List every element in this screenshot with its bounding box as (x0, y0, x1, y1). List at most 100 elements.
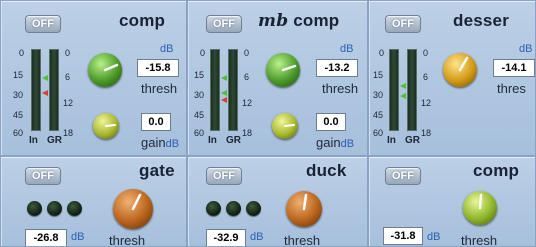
comp-meter-marker-green (42, 75, 48, 81)
desser-title: desser (453, 11, 510, 30)
duck-thresh-label: thresh (284, 233, 321, 247)
desser-thresh-knob-pointer (458, 56, 469, 72)
duck-thresh-unit: dB (250, 231, 264, 243)
comp-input-meter (31, 49, 41, 131)
desser-off-button[interactable]: OFF (385, 15, 421, 33)
gate-title: gate (139, 161, 175, 180)
duck-led-1 (206, 201, 221, 216)
desser-meter-in-label: In (387, 135, 396, 146)
mb-comp-meter-in-label: In (208, 135, 217, 146)
gate-thresh-knob-pointer (131, 193, 142, 211)
comp-module: OFF comp 0 15 30 45 60 0 6 12 18 In GR d… (0, 0, 187, 156)
desser-input-meter (389, 49, 399, 131)
desser-meter-scale-gr-18: 18 (421, 128, 432, 138)
gate-off-button[interactable]: OFF (25, 167, 61, 185)
desser-meter: 0 15 30 45 60 0 6 12 18 In GR (369, 45, 449, 147)
mb-comp-meter-scale-in-60: 60 (194, 128, 205, 138)
desser-thresh-knob[interactable] (443, 53, 477, 87)
comp2-thresh-knob-pointer (478, 193, 483, 210)
desser-thresh-db-label: dB (519, 43, 533, 55)
mb-comp-meter-scale-in-30: 30 (194, 90, 205, 100)
desser-meter-scale-in-45: 45 (373, 110, 384, 120)
mb-comp-title-prefix: mb (258, 11, 289, 31)
desser-meter-scale-in-30: 30 (373, 90, 384, 100)
desser-meter-scale-in-60: 60 (373, 128, 384, 138)
desser-meter-gr-label: GR (405, 135, 420, 146)
comp-meter-gr-label: GR (47, 135, 62, 146)
comp-thresh-knob[interactable] (88, 53, 122, 87)
comp-meter: 0 15 30 45 60 0 6 12 18 In GR (1, 45, 91, 147)
mb-comp-thresh-knob-pointer (281, 64, 297, 72)
duck-thresh-knob[interactable] (286, 191, 322, 227)
desser-gr-meter (407, 49, 417, 131)
comp-meter-scale-gr-18: 18 (63, 128, 74, 138)
comp-gain-knob[interactable] (93, 113, 119, 139)
desser-meter-scale-gr-12: 12 (421, 98, 432, 108)
comp2-thresh-knob[interactable] (463, 191, 497, 225)
comp-gr-meter (49, 49, 59, 131)
dynamics-rack: OFF comp 0 15 30 45 60 0 6 12 18 In GR d… (0, 0, 536, 247)
gate-leds (27, 201, 82, 216)
desser-meter-scale-gr-0: 0 (423, 48, 429, 58)
mb-comp-gain-unit: dB (340, 138, 355, 150)
gate-thresh-label: thresh (109, 233, 146, 247)
gate-thresh-knob[interactable] (113, 189, 153, 229)
mb-comp-meter-scale-in-45: 45 (194, 110, 205, 120)
mb-comp-meter-scale-gr-6: 6 (244, 72, 250, 82)
gate-thresh-readout[interactable]: -26.8 (25, 229, 67, 246)
comp-meter-scale-gr-6: 6 (65, 72, 71, 82)
comp-meter-scale-in-60: 60 (13, 128, 24, 138)
comp2-thresh-label: thresh (461, 233, 498, 247)
desser-thresh-label: thres (497, 81, 526, 96)
duck-thresh-readout[interactable]: -32.9 (206, 229, 246, 246)
comp-gain-label-text: gain (141, 135, 166, 150)
comp-gain-label: gaindB (141, 135, 179, 150)
mb-comp-thresh-readout[interactable]: -13.2 (316, 59, 358, 77)
comp-title: comp (119, 11, 166, 30)
comp-meter-scale-in-0: 0 (19, 48, 25, 58)
desser-module: OFF desser 0 15 30 45 60 0 6 12 18 In GR… (368, 0, 536, 156)
mb-comp-gain-label: gaindB (316, 135, 354, 150)
comp-thresh-readout[interactable]: -15.8 (137, 59, 179, 77)
mb-comp-meter-scale-in-0: 0 (200, 48, 206, 58)
duck-led-3 (246, 201, 261, 216)
mb-comp-off-button[interactable]: OFF (206, 15, 242, 33)
mb-comp-thresh-label: thresh (322, 81, 359, 96)
mb-comp-gain-readout[interactable]: 0.0 (316, 113, 346, 131)
comp-thresh-knob-pointer (103, 63, 119, 72)
comp2-thresh-readout[interactable]: -31.8 (383, 227, 423, 245)
comp-gain-readout[interactable]: 0.0 (141, 113, 171, 131)
desser-meter-marker-green-1 (400, 83, 406, 89)
mb-comp-gain-knob-pointer (284, 124, 295, 127)
comp-meter-marker-red (42, 90, 48, 96)
mb-comp-module: OFF mb comp 0 15 30 45 60 0 6 12 18 In G… (187, 0, 368, 156)
mb-comp-meter-marker-red (221, 97, 227, 103)
desser-meter-scale-gr-6: 6 (423, 72, 429, 82)
desser-thresh-readout[interactable]: -14.1 (493, 59, 535, 77)
duck-off-button[interactable]: OFF (206, 167, 242, 185)
mb-comp-meter-marker-green-1 (221, 75, 227, 81)
comp2-title: comp (473, 161, 520, 180)
comp-meter-scale-in-45: 45 (13, 110, 24, 120)
comp-meter-in-label: In (29, 135, 38, 146)
gate-led-2 (47, 201, 62, 216)
mb-comp-meter-scale-in-15: 15 (194, 70, 205, 80)
comp-off-button[interactable]: OFF (25, 15, 61, 33)
comp2-off-button[interactable]: OFF (385, 167, 421, 185)
mb-comp-thresh-db-label: dB (340, 43, 354, 55)
mb-comp-gr-meter (228, 49, 238, 131)
mb-comp-gain-knob[interactable] (272, 113, 298, 139)
comp-meter-scale-in-30: 30 (13, 90, 24, 100)
duck-title: duck (306, 161, 347, 180)
gate-led-1 (27, 201, 42, 216)
mb-comp-title-text: comp (293, 11, 340, 30)
mb-comp-meter-marker-green-2 (221, 90, 227, 96)
mb-comp-meter: 0 15 30 45 60 0 6 12 18 In GR (188, 45, 268, 147)
mb-comp-meter-scale-gr-12: 12 (242, 98, 253, 108)
comp2-module: OFF comp -31.8 dB thresh (368, 156, 536, 247)
mb-comp-thresh-knob[interactable] (266, 53, 300, 87)
comp-gain-knob-pointer (105, 124, 116, 127)
gate-thresh-unit: dB (71, 231, 85, 243)
comp-thresh-label: thresh (141, 81, 178, 96)
mb-comp-title: mb comp (258, 11, 339, 31)
